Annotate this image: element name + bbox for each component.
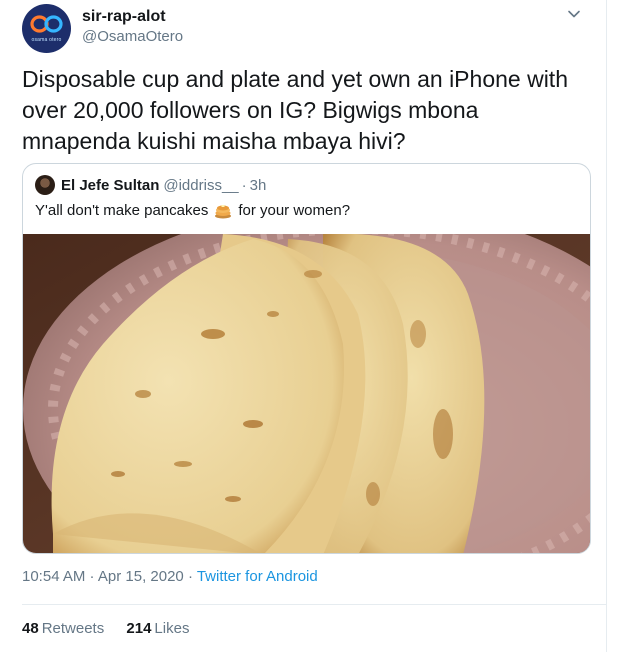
likes-stat[interactable]: 214 Likes: [126, 620, 189, 637]
avatar-brand-text: osama otero: [31, 37, 62, 43]
quoted-display-name: El Jefe Sultan: [61, 176, 160, 194]
quoted-avatar: [35, 175, 55, 195]
quoted-timestamp: 3h: [249, 176, 267, 194]
quoted-text-before: Y'all don't make pancakes: [35, 202, 209, 219]
quoted-tweet-text: Y'all don't make pancakes for your women…: [35, 202, 350, 219]
retweets-label: Retweets: [41, 620, 105, 637]
tweet-header: osama otero sir-rap-alot @OsamaOtero: [22, 2, 596, 53]
tweet-detail: osama otero sir-rap-alot @OsamaOtero Dis…: [0, 0, 607, 652]
infinity-logo-icon: [30, 15, 63, 33]
likes-label: Likes: [154, 620, 190, 637]
retweets-stat[interactable]: 48 Retweets: [22, 620, 104, 637]
avatar[interactable]: osama otero: [22, 4, 71, 53]
quoted-text-after: for your women?: [238, 202, 351, 219]
divider: [22, 604, 606, 605]
separator-dot: ·: [241, 176, 247, 194]
author-handle[interactable]: @OsamaOtero: [82, 28, 183, 45]
tweet-text: Disposable cup and plate and yet own an …: [22, 66, 568, 154]
quoted-tweet[interactable]: El Jefe Sultan @iddriss__ · 3h Y'all don…: [22, 163, 591, 554]
pancakes-photo[interactable]: [23, 234, 591, 554]
pancakes-emoji-icon: [215, 204, 232, 218]
chevron-down-icon[interactable]: [566, 6, 582, 22]
retweets-count: 48: [22, 620, 39, 637]
tweet-metadata: 10:54 AM · Apr 15, 2020 · Twitter for An…: [22, 568, 318, 585]
quoted-handle: @iddriss__: [163, 176, 239, 194]
tweet-timestamp[interactable]: 10:54 AM · Apr 15, 2020 ·: [22, 568, 197, 585]
likes-count: 214: [126, 620, 152, 637]
author-display-name[interactable]: sir-rap-alot: [82, 8, 166, 26]
quoted-tweet-header: El Jefe Sultan @iddriss__ · 3h: [35, 174, 266, 196]
tweet-source-link[interactable]: Twitter for Android: [197, 568, 318, 585]
tweet-stats: 48 Retweets 214 Likes: [22, 620, 207, 637]
